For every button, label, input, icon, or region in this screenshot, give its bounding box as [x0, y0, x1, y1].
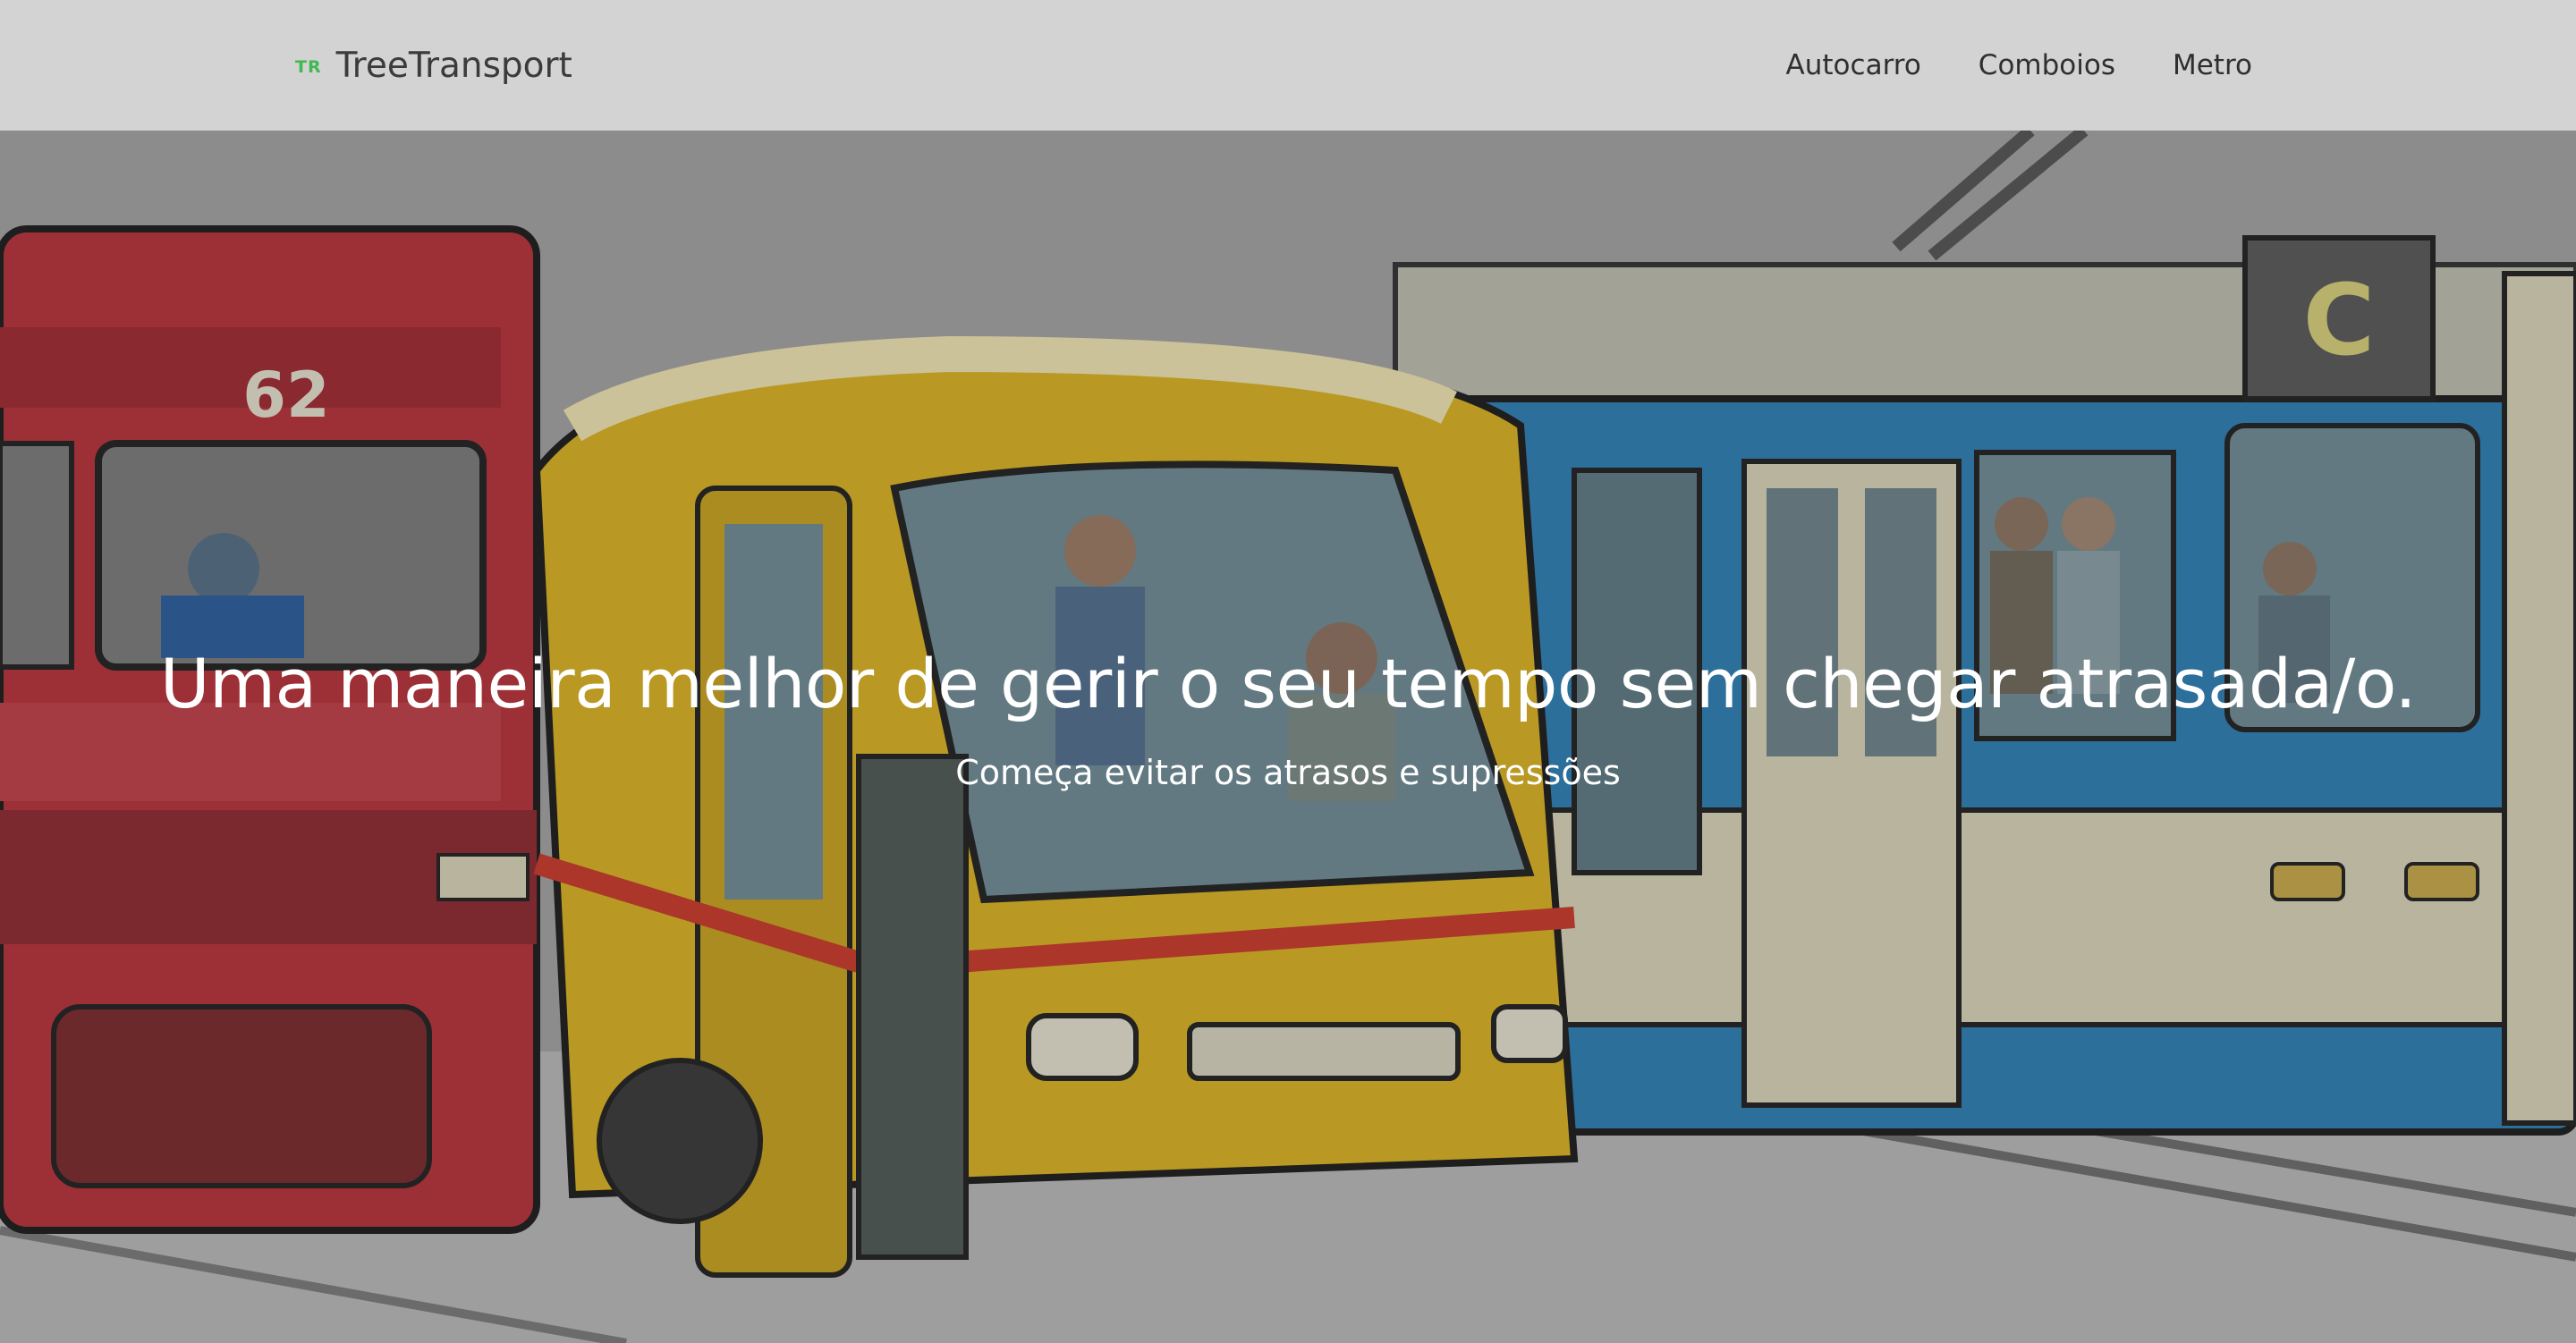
hero-section: C 62 Uma maneira melhor de gerir o seu t…	[0, 131, 2576, 1343]
nav-link-autocarro[interactable]: Autocarro	[1786, 49, 1921, 81]
brand-mark-icon: TR	[295, 57, 322, 77]
hero-title: Uma maneira melhor de gerir o seu tempo …	[159, 644, 2417, 723]
hero-overlay	[0, 131, 2576, 1343]
brand-name: TreeTransport	[335, 45, 572, 86]
main-nav: Autocarro Comboios Metro	[1786, 0, 2252, 131]
navbar: TR TreeTransport Autocarro Comboios Metr…	[0, 0, 2576, 131]
nav-link-metro[interactable]: Metro	[2173, 49, 2252, 81]
hero-subtitle: Começa evitar os atrasos e supressões	[955, 753, 1621, 792]
nav-link-comboios[interactable]: Comboios	[1979, 49, 2115, 81]
brand-logo-link[interactable]: TR TreeTransport	[295, 0, 572, 131]
